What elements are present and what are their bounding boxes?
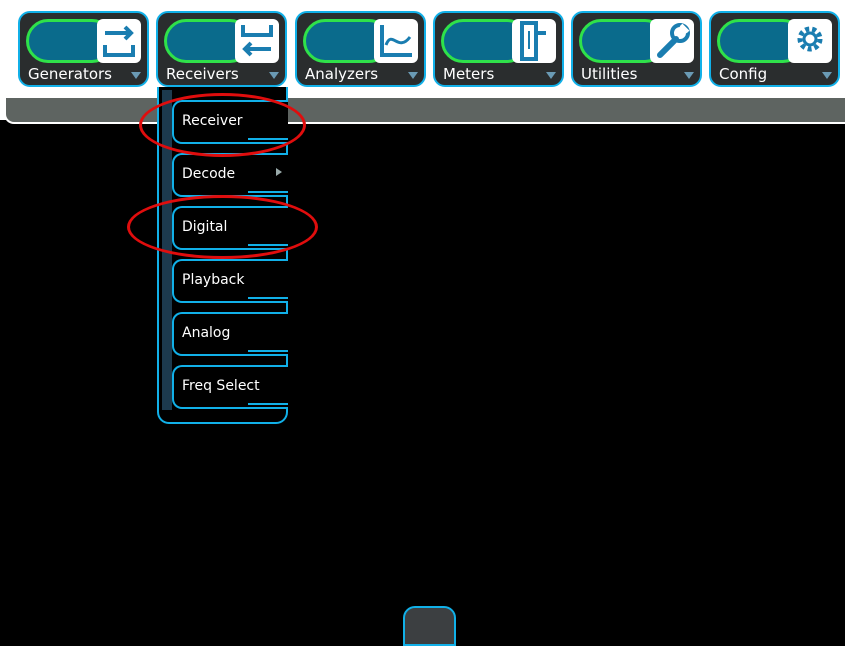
chevron-right-icon <box>276 168 282 176</box>
menu-item-label: Playback <box>182 272 245 288</box>
meter-icon <box>512 19 556 63</box>
menu-item-analog[interactable]: Analog <box>172 312 288 356</box>
chevron-down-icon[interactable] <box>131 72 141 79</box>
menu-item-freq-select[interactable]: Freq Select <box>172 365 288 409</box>
highlight-circle-digital <box>127 195 318 259</box>
menu-item-playback[interactable]: Playback <box>172 259 288 303</box>
wrench-icon <box>650 19 694 63</box>
chevron-down-icon[interactable] <box>546 72 556 79</box>
menu-item-decode[interactable]: Decode <box>172 153 288 197</box>
tab-utilities[interactable]: Utilities <box>571 11 702 87</box>
analyzer-icon <box>374 19 418 63</box>
tab-receivers-label: Receivers <box>166 65 239 83</box>
highlight-circle-receiver <box>139 93 306 157</box>
tab-generators[interactable]: Generators <box>18 11 149 87</box>
menu-item-tab <box>248 350 288 356</box>
gear-icon <box>788 19 832 63</box>
tab-analyzers[interactable]: Analyzers <box>295 11 426 87</box>
chevron-down-icon[interactable] <box>822 72 832 79</box>
receiver-icon <box>235 19 279 63</box>
tab-meters-label: Meters <box>443 65 495 83</box>
tab-meters[interactable]: Meters <box>433 11 564 87</box>
tab-generators-label: Generators <box>28 65 112 83</box>
menu-item-tab <box>248 297 288 303</box>
status-strip <box>6 98 845 122</box>
tab-config-label: Config <box>719 65 768 83</box>
tab-utilities-label: Utilities <box>581 65 638 83</box>
chevron-down-icon[interactable] <box>269 72 279 79</box>
menu-item-label: Freq Select <box>182 378 260 394</box>
tab-config[interactable]: Config <box>709 11 840 87</box>
chevron-down-icon[interactable] <box>684 72 694 79</box>
chevron-down-icon[interactable] <box>408 72 418 79</box>
menu-item-label: Decode <box>182 166 236 182</box>
bottom-center-button[interactable] <box>403 606 456 646</box>
tab-receivers[interactable]: Receivers <box>156 11 287 87</box>
menu-item-label: Analog <box>182 325 231 341</box>
generator-icon <box>97 19 141 63</box>
menu-item-tab <box>248 403 288 409</box>
tab-analyzers-label: Analyzers <box>305 65 379 83</box>
